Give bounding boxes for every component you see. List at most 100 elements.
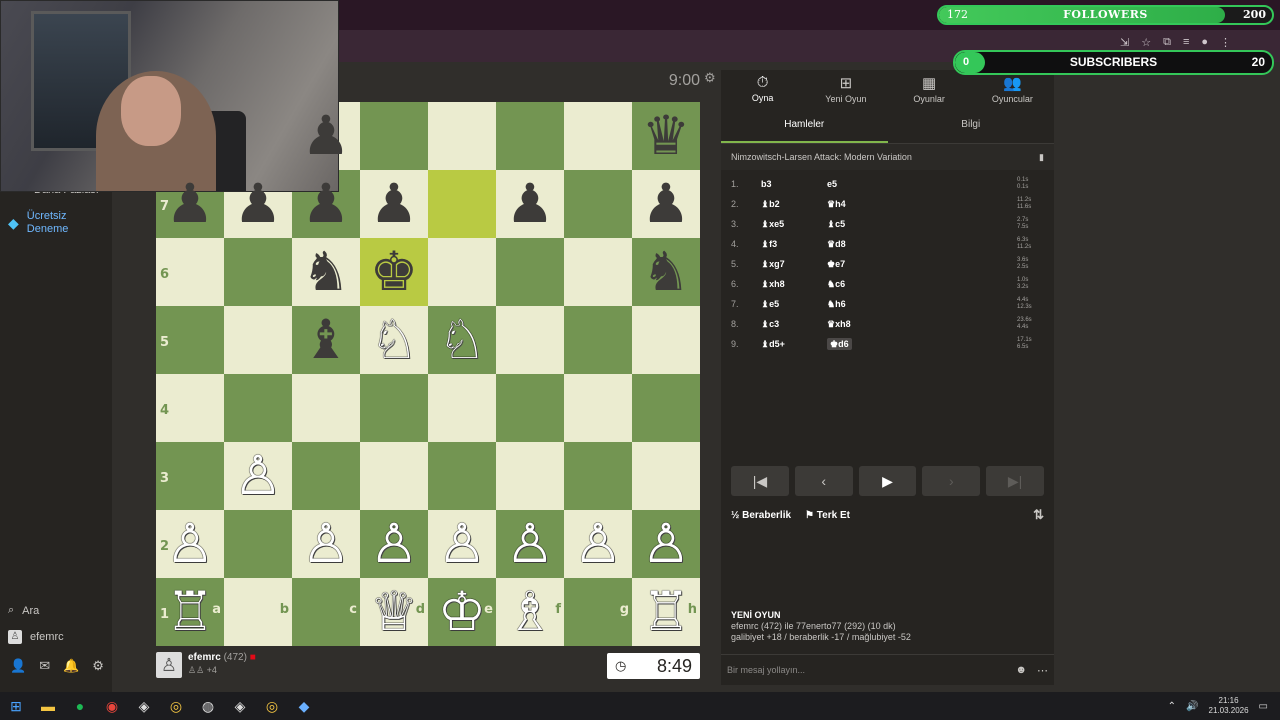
square-c6[interactable]: ♞ (292, 238, 360, 306)
square-c8[interactable]: ♟ (292, 102, 360, 170)
white-move[interactable]: ♝f3 (761, 239, 827, 250)
square-g6[interactable] (564, 238, 632, 306)
square-h6[interactable]: ♞ (632, 238, 700, 306)
install-icon[interactable]: ⇲ (1120, 36, 1129, 49)
chess-piece[interactable]: ♙ (438, 510, 486, 578)
black-move[interactable]: ♛h4 (827, 199, 1017, 210)
white-move[interactable]: b3 (761, 179, 827, 189)
white-move[interactable]: ♝b2 (761, 199, 827, 210)
black-move[interactable]: ♛d8 (827, 239, 1017, 250)
book-icon[interactable]: ▮ (1039, 152, 1044, 163)
tab-moves[interactable]: Hamleler (721, 110, 888, 143)
play-button[interactable]: ▶ (858, 466, 917, 496)
chess-piece[interactable]: ♟ (302, 102, 350, 170)
chess-piece[interactable]: ♙ (302, 510, 350, 578)
square-c7[interactable]: ♟ (292, 170, 360, 238)
chess-piece[interactable]: ♞ (642, 238, 690, 306)
square-e6[interactable] (428, 238, 496, 306)
square-g7[interactable] (564, 170, 632, 238)
square-d1[interactable]: d ♕ (360, 578, 428, 646)
square-f1[interactable]: f ♗ (496, 578, 564, 646)
folder-icon[interactable]: ▬ (32, 698, 64, 714)
emoji-icon[interactable]: ☻ (1015, 664, 1027, 677)
previous-move-button[interactable]: ‹ (794, 466, 853, 496)
square-c1[interactable]: c (292, 578, 360, 646)
chess-piece[interactable]: ♛ (642, 102, 690, 170)
flip-board-icon[interactable]: ⇅ (1033, 507, 1044, 523)
square-h3[interactable] (632, 442, 700, 510)
draw-button[interactable]: ½ Beraberlik (731, 510, 791, 521)
square-f7[interactable]: ♟ (496, 170, 564, 238)
square-f8[interactable] (496, 102, 564, 170)
chess-piece[interactable]: ♙ (506, 510, 554, 578)
square-d6[interactable]: ♚ (360, 238, 428, 306)
square-d3[interactable] (360, 442, 428, 510)
square-a7[interactable]: 7 ♟ (156, 170, 224, 238)
square-e2[interactable]: ♙ (428, 510, 496, 578)
steam2-icon[interactable]: ◈ (224, 698, 256, 715)
volume-icon[interactable]: 🔊 (1186, 701, 1198, 712)
white-move[interactable]: ♝xg7 (761, 259, 827, 270)
square-c4[interactable] (292, 374, 360, 442)
square-d4[interactable] (360, 374, 428, 442)
chess-piece[interactable]: ♟ (642, 170, 690, 238)
black-move[interactable]: ♛xh8 (827, 319, 1017, 330)
queue-icon[interactable]: ≡ (1183, 36, 1189, 49)
friends-icon[interactable]: 👤 (10, 658, 26, 674)
tab-oyuncular[interactable]: 👥 Oyuncular (971, 70, 1054, 110)
square-b4[interactable] (224, 374, 292, 442)
chess-piece[interactable]: ♟ (506, 170, 554, 238)
square-e7[interactable] (428, 170, 496, 238)
star-icon[interactable]: ☆ (1141, 36, 1151, 49)
square-c2[interactable]: ♙ (292, 510, 360, 578)
chess-piece[interactable]: ♞ (302, 238, 350, 306)
white-move[interactable]: ♝e5 (761, 299, 827, 310)
square-f3[interactable] (496, 442, 564, 510)
windows-start-icon[interactable]: ⊞ (0, 698, 32, 715)
square-b6[interactable] (224, 238, 292, 306)
last-move-button[interactable]: ▶| (986, 466, 1044, 496)
chess-piece[interactable]: ♘ (438, 306, 486, 374)
square-g1[interactable]: g (564, 578, 632, 646)
chess-piece[interactable]: ♙ (642, 510, 690, 578)
chess-piece[interactable]: ♖ (642, 578, 690, 646)
square-e1[interactable]: e ♔ (428, 578, 496, 646)
square-f4[interactable] (496, 374, 564, 442)
black-move[interactable]: ♞h6 (827, 299, 1017, 310)
chess-piece[interactable]: ♔ (438, 578, 486, 646)
taskbar-clock[interactable]: 21:16 21.03.2026 (1209, 696, 1249, 716)
chess-piece[interactable]: ♙ (370, 510, 418, 578)
sidebar-item-trial[interactable]: ◆ Ücretsiz Deneme (8, 210, 77, 236)
square-f6[interactable] (496, 238, 564, 306)
chrome-icon[interactable]: ◎ (160, 698, 192, 715)
square-h1[interactable]: h ♖ (632, 578, 700, 646)
square-g2[interactable]: ♙ (564, 510, 632, 578)
chat-input[interactable]: Bir mesaj yollayın... ☻ ⋯ (721, 654, 1054, 685)
black-move[interactable]: e5 (827, 179, 1017, 189)
tab-info[interactable]: Bilgi (888, 110, 1055, 143)
first-move-button[interactable]: |◀ (731, 466, 789, 496)
black-move[interactable]: ♚d6 (827, 337, 1017, 350)
square-h7[interactable]: ♟ (632, 170, 700, 238)
square-a1[interactable]: 1 a ♖ (156, 578, 224, 646)
tab-oyunlar[interactable]: ▦ Oyunlar (888, 70, 971, 110)
square-g5[interactable] (564, 306, 632, 374)
chess-piece[interactable]: ♟ (166, 170, 214, 238)
square-b7[interactable]: ♟ (224, 170, 292, 238)
board-settings-icon[interactable]: ⚙ (704, 70, 716, 86)
chess-piece[interactable]: ♟ (370, 170, 418, 238)
next-move-button[interactable]: › (922, 466, 981, 496)
black-move[interactable]: ♚e7 (827, 259, 1017, 270)
black-move[interactable]: ♞c6 (827, 279, 1017, 290)
app-icon[interactable]: ◆ (288, 698, 320, 715)
square-g3[interactable] (564, 442, 632, 510)
sidebar-item-profile[interactable]: ♙ efemrc (8, 630, 64, 644)
white-move[interactable]: ♝xe5 (761, 219, 827, 230)
square-e3[interactable] (428, 442, 496, 510)
chess-piece[interactable]: ♚ (370, 238, 418, 306)
chess-piece[interactable]: ♗ (506, 578, 554, 646)
square-b2[interactable] (224, 510, 292, 578)
square-a3[interactable]: 3 (156, 442, 224, 510)
player-name[interactable]: efemrc (472) ■ (188, 652, 256, 663)
notification-icon[interactable]: ▭ (1259, 701, 1268, 712)
